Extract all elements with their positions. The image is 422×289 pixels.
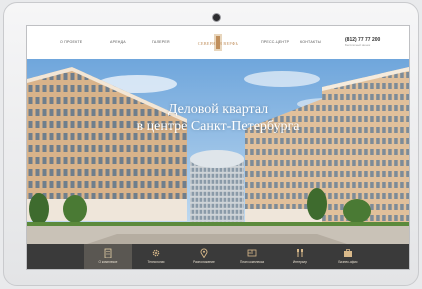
bottom-nav-interior[interactable]: Интерьер [276, 244, 324, 269]
bottom-nav-label: Бизнес-офис [338, 260, 358, 264]
hero-title-line1: Деловой квартал [167, 102, 269, 117]
laptop-frame: О проекте Аренда Галерея СЕВЕРНАЯ ВЕРФЬ … [3, 2, 419, 286]
nav-contacts[interactable]: Контакты [300, 40, 321, 44]
bottom-nav-label: О комплексе [98, 260, 118, 264]
bottom-nav-technology[interactable]: Технологии [132, 244, 180, 269]
nav-press[interactable]: Пресс-центр [261, 40, 289, 44]
nav-gallery[interactable]: Галерея [152, 40, 170, 44]
logo-text: СЕВЕРНАЯ ВЕРФЬ [197, 41, 239, 46]
bottom-nav-about[interactable]: О комплексе [84, 244, 132, 269]
hero-banner: Деловой квартал в центре Санкт-Петербург… [27, 59, 409, 244]
building-icon [104, 248, 112, 258]
bottom-nav-label: Технологии [147, 260, 165, 264]
site-logo[interactable]: СЕВЕРНАЯ ВЕРФЬ [197, 34, 239, 51]
floor-plan-icon [247, 249, 257, 257]
bottom-navigation: О комплексе Технологии Расположение План… [27, 244, 409, 269]
hero-title-line2: в центре Санкт-Петербурга [136, 119, 300, 134]
site-header: О проекте Аренда Галерея СЕВЕРНАЯ ВЕРФЬ … [27, 26, 409, 59]
bottom-nav-location[interactable]: Расположение [180, 244, 228, 269]
bottom-nav-plan[interactable]: План комплекса [228, 244, 276, 269]
nav-about[interactable]: О проекте [60, 40, 82, 44]
bottom-nav-label: Интерьер [292, 260, 308, 264]
laptop-screen: О проекте Аренда Галерея СЕВЕРНАЯ ВЕРФЬ … [26, 25, 410, 270]
gear-icon [152, 249, 160, 257]
interior-icon [297, 249, 303, 257]
bottom-nav-label: Расположение [193, 260, 215, 264]
bottom-nav-business-office[interactable]: Бизнес-офис [324, 244, 372, 269]
phone-caption: Бесплатный звонок [345, 43, 371, 47]
briefcase-icon [344, 249, 352, 257]
bottom-nav-label: План комплекса [239, 260, 265, 264]
hero-image [27, 59, 409, 244]
location-pin-icon [200, 248, 208, 258]
hero-title: Деловой квартал в центре Санкт-Петербург… [27, 101, 409, 135]
nav-rent[interactable]: Аренда [110, 40, 126, 44]
camera-icon [212, 13, 221, 22]
